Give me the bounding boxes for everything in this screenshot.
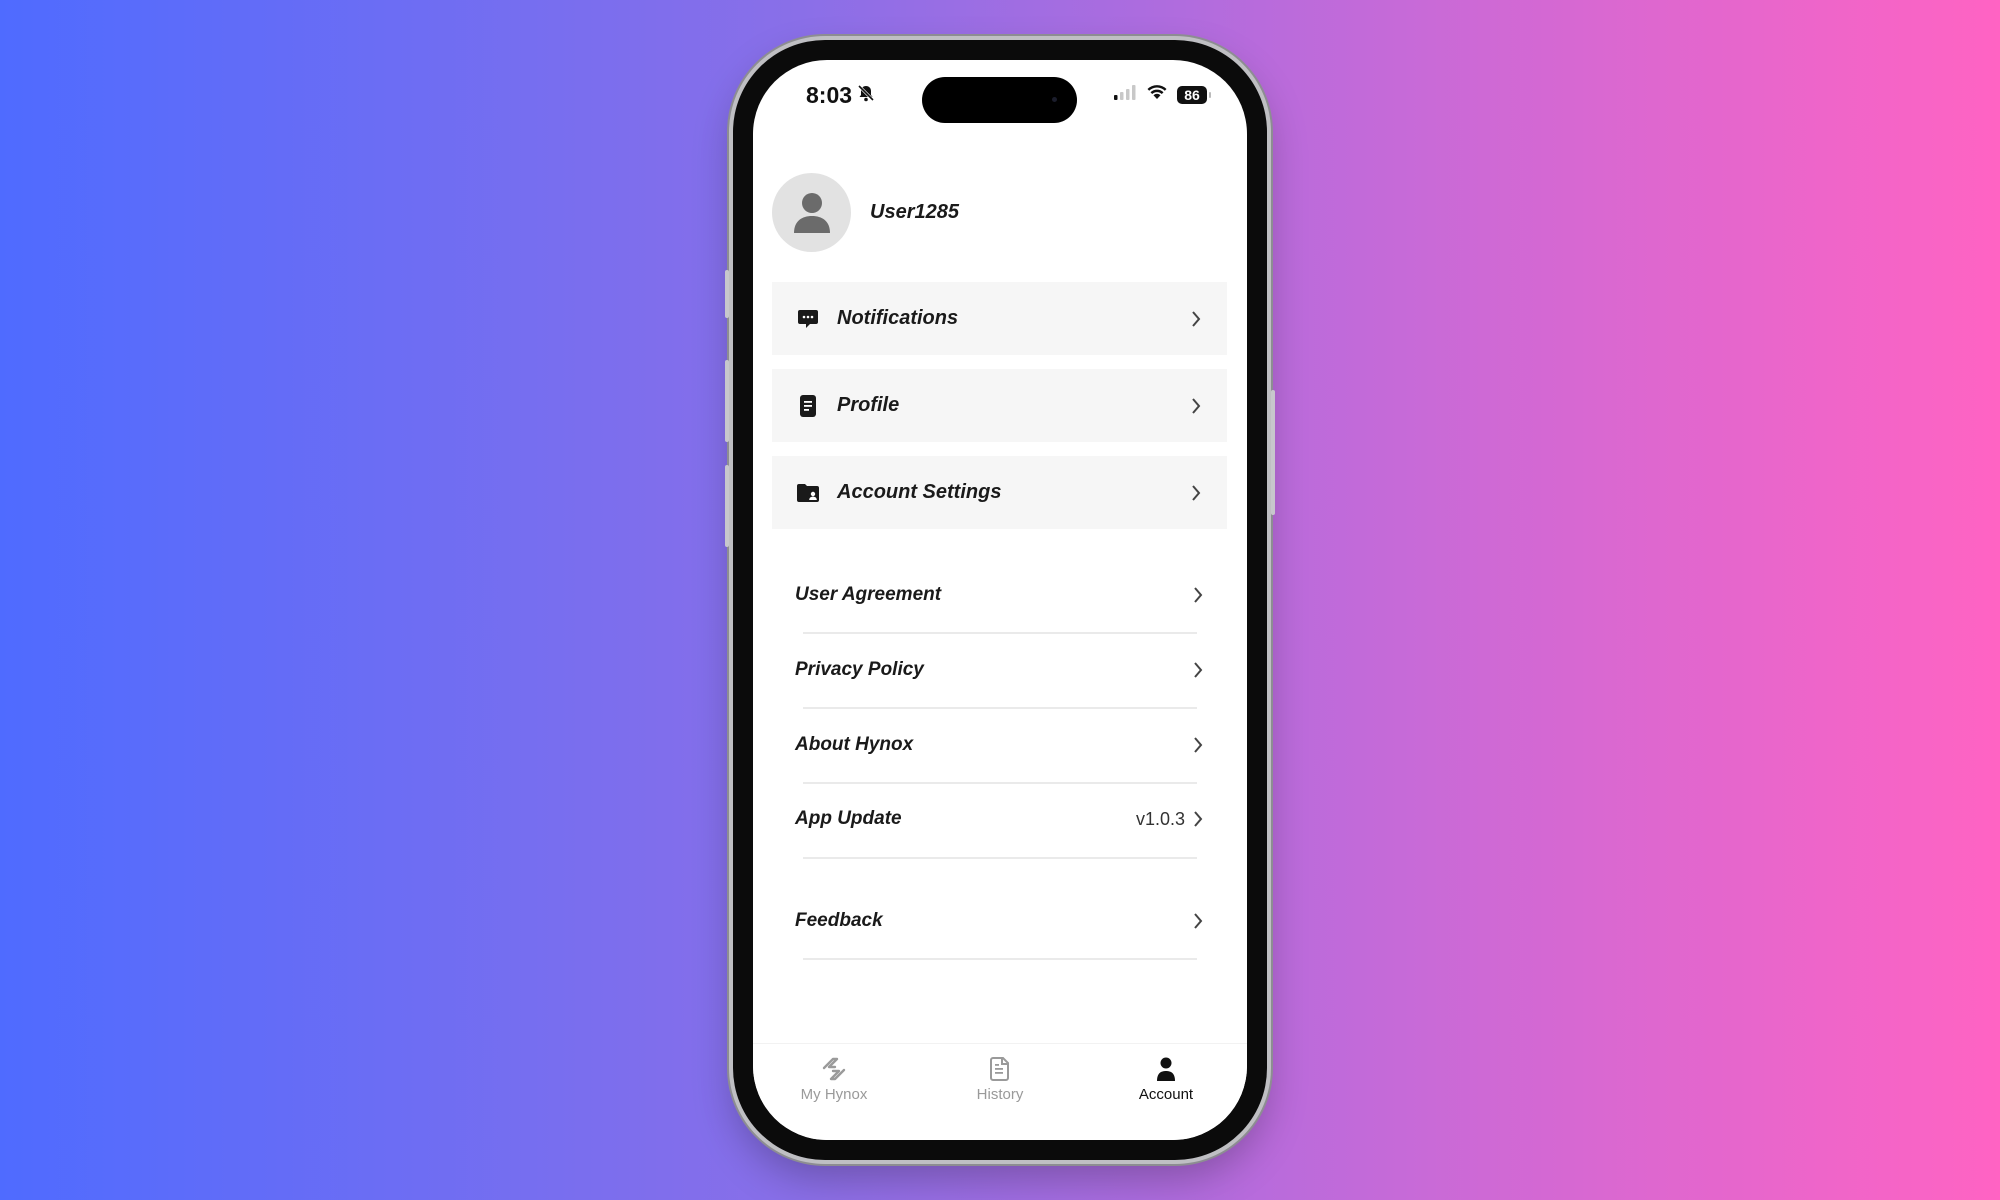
menu-card-label: Account Settings	[837, 481, 1002, 503]
history-document-icon	[990, 1057, 1009, 1081]
tab-bar: My Hynox History Account	[753, 1043, 1247, 1140]
tab-account[interactable]: Account	[1111, 1056, 1221, 1103]
bell-muted-icon	[856, 82, 876, 109]
status-indicators: 86	[1113, 84, 1211, 105]
tab-label: History	[976, 1086, 1024, 1103]
tab-label: Account	[1138, 1086, 1194, 1103]
dynamic-island	[922, 77, 1077, 123]
camera-dot	[1052, 97, 1057, 102]
status-time: 8:03	[806, 82, 876, 109]
menu-card-label: Notifications	[837, 307, 959, 329]
chevron-right-icon	[1191, 661, 1205, 679]
hynox-logo-icon	[822, 1057, 846, 1081]
wifi-icon	[1146, 84, 1168, 105]
action-button	[725, 270, 729, 318]
tab-history[interactable]: History	[945, 1056, 1055, 1103]
avatar[interactable]	[772, 173, 851, 252]
menu-row-user-agreement[interactable]: User Agreement	[795, 558, 1205, 632]
chevron-right-icon	[1191, 736, 1205, 754]
app-screen: 8:03 86 User1285 Notifications Profile A…	[753, 60, 1247, 1140]
username: User1285	[870, 201, 959, 223]
user-header[interactable]: User1285	[772, 173, 959, 252]
document-icon	[796, 394, 820, 418]
person-placeholder-icon	[793, 192, 830, 233]
app-version: v1.0.3	[1135, 808, 1185, 829]
phone-frame: 8:03 86 User1285 Notifications Profile A…	[725, 40, 1275, 1160]
menu-card-label: Profile	[837, 394, 900, 416]
chevron-right-icon	[1189, 484, 1203, 502]
menu-row-feedback[interactable]: Feedback	[795, 884, 1205, 958]
menu-card-notifications[interactable]: Notifications	[772, 282, 1227, 355]
menu-row-privacy-policy[interactable]: Privacy Policy	[795, 633, 1205, 707]
volume-down-button	[725, 465, 729, 547]
battery-icon: 86	[1177, 85, 1211, 104]
menu-row-about-hynox[interactable]: About Hynox	[795, 708, 1205, 782]
menu-row-app-update[interactable]: App Update v1.0.3	[795, 782, 1205, 856]
menu-row-label: User Agreement	[795, 584, 942, 605]
divider	[803, 857, 1197, 859]
divider	[803, 958, 1197, 960]
power-button	[1271, 390, 1275, 515]
folder-user-icon	[796, 481, 820, 505]
message-icon	[796, 307, 820, 331]
menu-card-profile[interactable]: Profile	[772, 369, 1227, 442]
chevron-right-icon	[1189, 310, 1203, 328]
tab-label: My Hynox	[800, 1086, 868, 1103]
chevron-right-icon	[1189, 397, 1203, 415]
menu-row-label: App Update	[795, 808, 902, 829]
battery-level: 86	[1184, 86, 1200, 103]
menu-row-label: Privacy Policy	[795, 659, 924, 680]
signal-icon	[1113, 84, 1137, 105]
volume-up-button	[725, 360, 729, 442]
person-icon	[1157, 1057, 1175, 1081]
chevron-right-icon	[1191, 810, 1205, 828]
tab-my-hynox[interactable]: My Hynox	[779, 1056, 889, 1103]
chevron-right-icon	[1191, 586, 1205, 604]
menu-card-account-settings[interactable]: Account Settings	[772, 456, 1227, 529]
time-text: 8:03	[806, 82, 853, 108]
menu-row-label: Feedback	[795, 910, 883, 931]
chevron-right-icon	[1191, 912, 1205, 930]
menu-row-label: About Hynox	[795, 734, 914, 755]
